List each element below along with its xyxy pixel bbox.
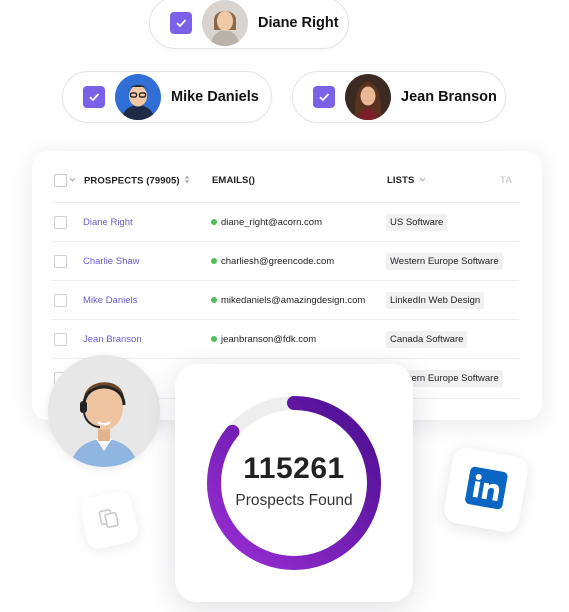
list-tag[interactable]: US Software: [386, 214, 448, 231]
list-tag[interactable]: LinkedIn Web Design: [386, 292, 485, 309]
check-icon[interactable]: [313, 86, 335, 108]
prospect-name-link[interactable]: Diane Right: [83, 217, 133, 228]
column-header-prospects[interactable]: PROSPECTS (79905): [84, 175, 190, 187]
sort-icon[interactable]: [184, 175, 190, 187]
row-checkbox[interactable]: [54, 255, 67, 268]
linkedin-icon[interactable]: [464, 466, 509, 515]
avatar: [115, 74, 161, 120]
email-status-dot: [211, 297, 217, 303]
prospect-name-link[interactable]: Mike Daniels: [83, 295, 137, 306]
chevron-down-icon[interactable]: [419, 175, 426, 186]
email-text: jeanbranson@fdk.com: [221, 334, 317, 345]
email-text: diane_right@acorn.com: [221, 217, 323, 228]
prospect-name-link[interactable]: Jean Branson: [83, 334, 142, 345]
select-all-checkbox[interactable]: [54, 174, 67, 187]
chip-name: Diane Right: [258, 15, 339, 31]
email-text: charliesh@greencode.com: [221, 256, 335, 267]
row-checkbox[interactable]: [54, 294, 67, 307]
column-header-tags[interactable]: TA: [500, 175, 512, 186]
prospects-label: Prospects Found: [235, 492, 353, 509]
chevron-down-icon[interactable]: [69, 175, 76, 186]
prospects-found-card: 115261 Prospects Found: [175, 364, 413, 602]
table-row[interactable]: Charlie Shaw charliesh@greencode.com Wes…: [52, 241, 519, 281]
check-icon[interactable]: [170, 12, 192, 34]
table-row[interactable]: Diane Right diane_right@acorn.com US Sof…: [52, 202, 519, 242]
email-status-dot: [211, 219, 217, 225]
prospect-chip-mike[interactable]: Mike Daniels: [62, 71, 272, 123]
row-checkbox[interactable]: [54, 216, 67, 229]
chip-name: Jean Branson: [401, 89, 497, 105]
check-icon[interactable]: [83, 86, 105, 108]
copy-tile[interactable]: [78, 489, 140, 551]
avatar: [202, 0, 248, 46]
support-agent-avatar: [48, 355, 160, 467]
row-checkbox[interactable]: [54, 333, 67, 346]
linkedin-tile[interactable]: [441, 445, 531, 535]
list-tag[interactable]: Canada Software: [386, 331, 468, 348]
copy-icon[interactable]: [95, 505, 122, 536]
chip-name: Mike Daniels: [171, 89, 259, 105]
prospect-chip-jean[interactable]: Jean Branson: [292, 71, 506, 123]
prospects-count: 115261: [243, 452, 345, 485]
email-status-dot: [211, 336, 217, 342]
list-tag[interactable]: Western Europe Software: [386, 253, 503, 270]
email-text: mikedaniels@amazingdesign.com: [221, 295, 366, 306]
table-row[interactable]: Jean Branson jeanbranson@fdk.com Canada …: [52, 319, 519, 359]
prospect-chip-diane[interactable]: Diane Right: [149, 0, 349, 49]
column-header-emails[interactable]: EMAILS(): [212, 175, 255, 186]
table-row[interactable]: Mike Daniels mikedaniels@amazingdesign.c…: [52, 280, 519, 320]
prospect-name-link[interactable]: Charlie Shaw: [83, 256, 140, 267]
avatar: [345, 74, 391, 120]
table-header: PROSPECTS (79905) EMAILS() LISTS TA: [32, 169, 542, 195]
email-status-dot: [211, 258, 217, 264]
column-header-lists[interactable]: LISTS: [387, 175, 426, 186]
